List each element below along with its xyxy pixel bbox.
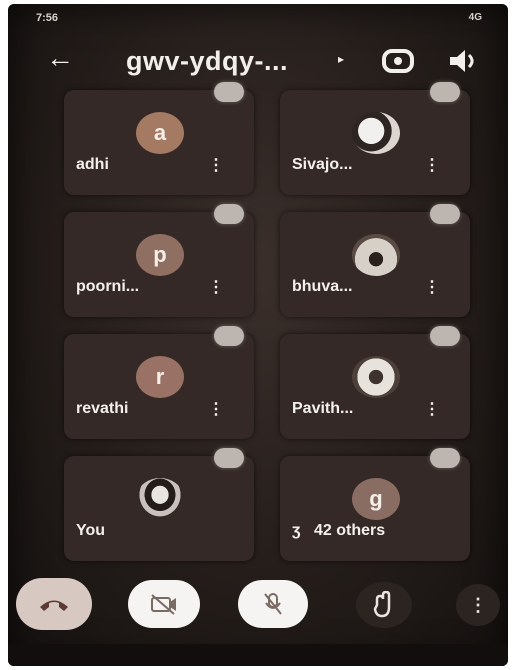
avatar-photo xyxy=(352,356,400,398)
participant-menu-icon[interactable]: ⋮ xyxy=(424,402,440,418)
back-arrow-icon[interactable]: ← xyxy=(46,44,74,72)
participant-tile-revathi[interactable]: r revathi ⋮ xyxy=(64,326,254,439)
participant-menu-icon[interactable]: ⋮ xyxy=(424,280,440,296)
participant-menu-icon[interactable]: ⋮ xyxy=(208,158,224,174)
participant-name: poorni... xyxy=(76,278,140,295)
audio-indicator-icon xyxy=(430,326,460,346)
self-video-preview xyxy=(136,478,184,520)
mic-off-icon xyxy=(264,593,282,615)
switch-camera-icon[interactable] xyxy=(380,46,416,76)
audio-indicator-icon xyxy=(214,204,244,224)
participant-tile-adhi[interactable]: a adhi ⋮ xyxy=(64,82,254,195)
avatar: r xyxy=(136,356,184,398)
others-group-icon: ʒ xyxy=(292,522,301,539)
participant-menu-icon[interactable]: ⋮ xyxy=(424,158,440,174)
participant-name: bhuva... xyxy=(292,278,353,295)
audio-indicator-icon xyxy=(430,204,460,224)
audio-indicator-icon xyxy=(430,448,460,468)
audio-indicator-icon xyxy=(214,326,244,346)
more-options-button[interactable]: ⋮ xyxy=(456,584,500,626)
speaker-icon[interactable] xyxy=(446,46,480,76)
camera-off-icon xyxy=(151,594,176,615)
participant-name: Pavith... xyxy=(292,400,354,417)
others-count-label: 42 others xyxy=(314,522,386,539)
title-caret-icon[interactable]: ▸ xyxy=(338,52,344,66)
participant-tile-bhuva[interactable]: bhuva... ⋮ xyxy=(280,204,470,317)
avatar-photo xyxy=(352,234,400,276)
others-tile[interactable]: g ʒ 42 others xyxy=(280,448,470,561)
status-icons: 4G xyxy=(468,12,482,23)
participant-name: revathi xyxy=(76,400,129,417)
participant-tile-pavith[interactable]: Pavith... ⋮ xyxy=(280,326,470,439)
system-nav-bar xyxy=(8,644,508,666)
participant-tile-sivajo[interactable]: Sivajo... ⋮ xyxy=(280,82,470,195)
participant-name: Sivajo... xyxy=(292,156,353,173)
top-bar: ← gwv-ydqy-... ▸ xyxy=(8,38,508,86)
avatar: g xyxy=(352,478,400,520)
phone-hangup-icon xyxy=(40,600,68,611)
meeting-code-title[interactable]: gwv-ydqy-... xyxy=(126,46,288,77)
hand-icon xyxy=(373,591,391,618)
participant-menu-icon[interactable]: ⋮ xyxy=(208,402,224,418)
participant-name: adhi xyxy=(76,156,109,173)
raise-hand-button[interactable] xyxy=(356,582,412,628)
camera-toggle-button[interactable] xyxy=(128,580,200,628)
audio-indicator-icon xyxy=(430,82,460,102)
audio-indicator-icon xyxy=(214,82,244,102)
avatar-photo xyxy=(352,112,400,154)
mic-toggle-button[interactable] xyxy=(238,580,308,628)
audio-indicator-icon xyxy=(214,448,244,468)
participant-tile-poorni[interactable]: p poorni... ⋮ xyxy=(64,204,254,317)
meet-call-screen: 7:56 4G ← gwv-ydqy-... ▸ a adhi ⋮ Sivajo… xyxy=(8,4,508,666)
participant-menu-icon[interactable]: ⋮ xyxy=(208,280,224,296)
status-time: 7:56 xyxy=(36,12,59,24)
avatar: a xyxy=(136,112,184,154)
status-bar: 7:56 4G xyxy=(8,4,508,30)
end-call-button[interactable] xyxy=(16,578,92,630)
call-controls: ⋮ xyxy=(8,572,508,642)
avatar: p xyxy=(136,234,184,276)
participant-tile-self[interactable]: You xyxy=(64,448,254,561)
participant-name: You xyxy=(76,522,106,539)
